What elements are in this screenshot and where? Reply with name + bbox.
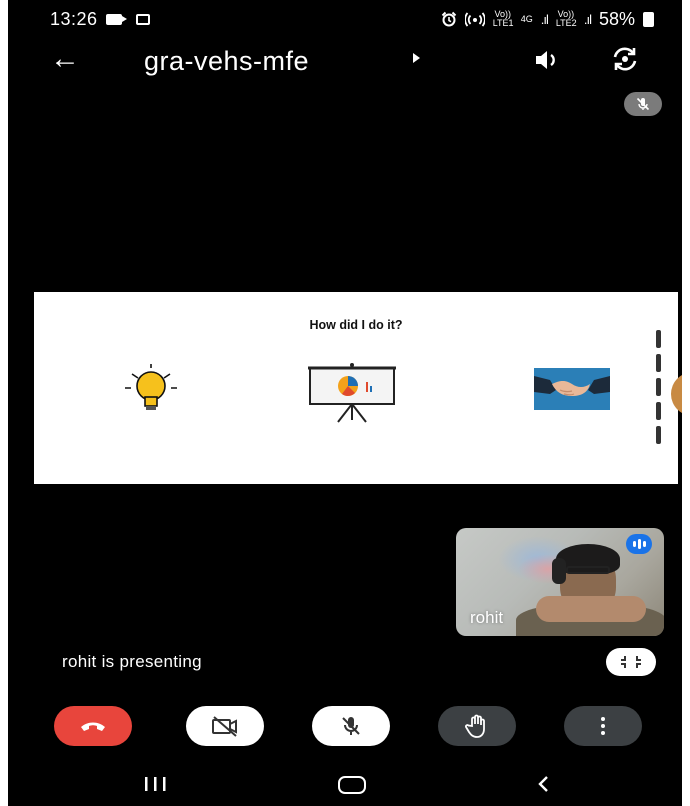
network-gen-label: 4G bbox=[520, 13, 533, 24]
app-bar: ← gra-vehs-mfe bbox=[8, 38, 682, 82]
voice-bar bbox=[642, 541, 646, 547]
hand-icon bbox=[465, 714, 485, 738]
participant-hands bbox=[536, 596, 646, 622]
more-vert-icon bbox=[601, 717, 605, 735]
scrollbar-segment bbox=[656, 402, 661, 420]
camera-toggle-button[interactable] bbox=[186, 706, 264, 746]
voice-activity-icon bbox=[626, 534, 652, 554]
raise-hand-button[interactable] bbox=[438, 706, 516, 746]
scrollbar-segment bbox=[656, 378, 661, 396]
call-controls bbox=[8, 700, 682, 752]
shared-slide: How did I do it? bbox=[34, 292, 678, 484]
status-bar-right: Vo)) LTE1 4G .ıl Vo)) LTE2 .ıl 58% bbox=[441, 9, 654, 30]
recents-icon[interactable] bbox=[142, 776, 168, 792]
voice-bar bbox=[637, 539, 641, 549]
network-1-label: Vo)) LTE1 bbox=[492, 9, 514, 28]
mic-toggle-button[interactable] bbox=[312, 706, 390, 746]
cast-icon bbox=[135, 13, 150, 25]
status-bar: 13:26 Vo)) LTE1 4G .ıl Vo)) LTE2 .ıl 58% bbox=[8, 0, 682, 38]
mic-off-icon bbox=[636, 97, 650, 111]
presenting-status: rohit is presenting bbox=[62, 652, 202, 671]
battery-icon bbox=[643, 11, 654, 27]
status-time: 13:26 bbox=[50, 8, 98, 29]
hotspot-icon bbox=[464, 12, 485, 27]
video-off-icon bbox=[212, 716, 237, 737]
scrollbar-thumb[interactable] bbox=[656, 296, 662, 320]
speaker-icon[interactable] bbox=[532, 46, 560, 74]
phone-hangup-icon bbox=[81, 722, 105, 731]
end-call-button[interactable] bbox=[54, 706, 132, 746]
voice-bar bbox=[632, 541, 636, 547]
dropdown-caret-icon[interactable] bbox=[413, 53, 420, 63]
fullscreen-exit-icon bbox=[621, 656, 641, 668]
signal-1-icon: .ıl bbox=[540, 11, 549, 27]
switch-camera-icon[interactable] bbox=[610, 44, 640, 74]
presenter-muted-badge bbox=[624, 92, 662, 116]
scrollbar-segment bbox=[656, 354, 661, 372]
back-arrow-icon[interactable]: ← bbox=[50, 44, 80, 74]
more-options-button[interactable] bbox=[564, 706, 642, 746]
home-icon[interactable] bbox=[338, 776, 366, 794]
scrollbar-segment bbox=[656, 426, 661, 444]
video-record-icon bbox=[105, 13, 127, 25]
battery-percent: 58% bbox=[598, 8, 635, 29]
meeting-code[interactable]: gra-vehs-mfe bbox=[144, 46, 309, 77]
minimize-presentation-button[interactable] bbox=[606, 648, 656, 676]
slide-heading: How did I do it? bbox=[309, 318, 403, 332]
presentation-board-icon bbox=[308, 363, 396, 423]
back-icon[interactable] bbox=[533, 773, 555, 795]
system-nav-bar bbox=[8, 760, 682, 806]
headset-shape bbox=[552, 558, 566, 584]
signal-2-icon: .ıl bbox=[583, 11, 592, 27]
glasses-shape bbox=[566, 566, 610, 574]
scrollbar-segment bbox=[656, 330, 661, 348]
handshake-icon bbox=[534, 368, 610, 410]
lightbulb-icon bbox=[125, 364, 177, 410]
mic-off-icon bbox=[342, 717, 360, 735]
phone-screen: 13:26 Vo)) LTE1 4G .ıl Vo)) LTE2 .ıl 58% bbox=[8, 0, 682, 806]
status-bar-left: 13:26 bbox=[50, 9, 150, 30]
self-view-tile[interactable]: rohit bbox=[456, 528, 664, 636]
network-2-label: Vo)) LTE2 bbox=[555, 9, 577, 28]
self-view-name: rohit bbox=[470, 608, 504, 627]
alarm-icon bbox=[441, 11, 456, 27]
